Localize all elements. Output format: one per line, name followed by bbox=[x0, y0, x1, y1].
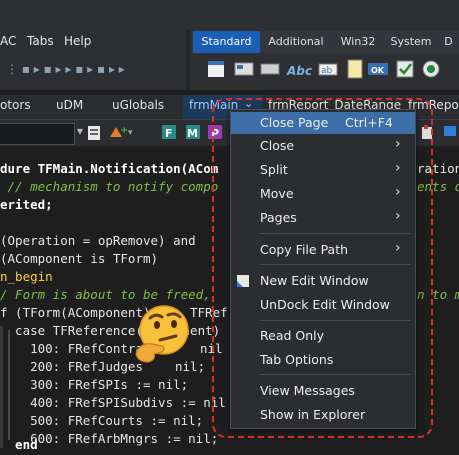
menu-item-label: Copy File Path bbox=[260, 242, 349, 257]
menu-item-label: Move bbox=[260, 186, 294, 201]
menu-item-tab-options[interactable]: Tab Options bbox=[231, 349, 415, 371]
menu-separator bbox=[260, 320, 410, 321]
tab-additional[interactable]: Additional bbox=[262, 31, 330, 53]
new-window-icon bbox=[237, 275, 249, 287]
flag-icon bbox=[444, 126, 456, 136]
dropdown-small-icon: ▾ bbox=[128, 128, 133, 138]
toolbar-left-icons: ⋮ ▪ ▸ ▪ ▸ ▸ ▪ ▸ ▪ ▸ ▸ bbox=[6, 62, 125, 76]
menu-item-label: New Edit Window bbox=[260, 273, 369, 288]
memo-icon bbox=[347, 59, 363, 79]
code-gutter bbox=[0, 326, 3, 448]
editor-toolbar-icons: + ▾ F M P bbox=[88, 125, 222, 140]
menu-separator bbox=[260, 264, 410, 265]
code-line: case TFReference(onent) bbox=[0, 323, 221, 338]
menu-item-label: UnDock Edit Window bbox=[260, 297, 390, 312]
menu-item-label: Tab Options bbox=[260, 352, 334, 367]
button-icon bbox=[260, 63, 280, 75]
menu-item-tabs[interactable]: Tabs bbox=[27, 34, 54, 48]
code-line: 300: FRefSPIs := nil; bbox=[0, 377, 189, 392]
radio-icon bbox=[422, 60, 440, 78]
thinking-face-emoji bbox=[135, 305, 189, 363]
code-line: 200: FRefJudges nil; bbox=[0, 359, 206, 374]
svg-text:M: M bbox=[187, 127, 198, 140]
code-line: 100: FRefContra nil bbox=[0, 341, 223, 356]
menu-separator bbox=[260, 233, 410, 234]
menu-item-close-page[interactable]: Close Page Ctrl+F4 bbox=[231, 112, 415, 134]
editor-tab-otors[interactable]: otors bbox=[0, 98, 31, 112]
text-abc-icon: Abc bbox=[286, 64, 312, 78]
code-line: f (TForm(AComponent) TFRef bbox=[0, 305, 228, 320]
palette-icons-strip: Abc ab OK bbox=[208, 59, 440, 79]
menu-item-close[interactable]: Close › bbox=[231, 135, 415, 157]
menu-item-show-in-explorer[interactable]: Show in Explorer bbox=[231, 404, 415, 426]
tab-win32[interactable]: Win32 bbox=[332, 31, 384, 53]
menu-item-copy-file-path[interactable]: Copy File Path › bbox=[231, 239, 415, 261]
menu-item-label: View Messages bbox=[260, 383, 355, 398]
svg-text:ab: ab bbox=[321, 66, 333, 76]
search-input[interactable] bbox=[0, 123, 75, 145]
add-shapes-icon: + bbox=[110, 125, 128, 137]
code-line: dure TFMain.Notification(ACom ration bbox=[0, 161, 459, 176]
code-line: (Operation = opRemove) and bbox=[0, 233, 204, 248]
tab-system[interactable]: System bbox=[386, 31, 436, 53]
menu-item-new-edit-window[interactable]: New Edit Window bbox=[231, 270, 415, 292]
svg-text:F: F bbox=[165, 127, 173, 140]
menu-item-read-only[interactable]: Read Only bbox=[231, 325, 415, 347]
list-icon bbox=[88, 126, 100, 140]
chevron-right-icon: › bbox=[395, 160, 401, 176]
menu-item-pages[interactable]: Pages › bbox=[231, 207, 415, 229]
chevron-right-icon: › bbox=[395, 136, 401, 152]
menu-item-view-messages[interactable]: View Messages bbox=[231, 380, 415, 402]
menu-item-label: Split bbox=[260, 162, 288, 177]
menu-item-shortcut: Ctrl+F4 bbox=[345, 115, 393, 130]
form-f-icon: F bbox=[162, 125, 176, 140]
chevron-right-icon: › bbox=[395, 184, 401, 200]
menu-item-label: Pages bbox=[260, 210, 297, 225]
menu-item-undock-edit-window[interactable]: UnDock Edit Window bbox=[231, 294, 415, 316]
menu-item-move[interactable]: Move › bbox=[231, 183, 415, 205]
menu-item-ac[interactable]: AC bbox=[0, 34, 16, 48]
code-line: // mechanism to notify compo ents d bbox=[0, 179, 459, 194]
menu-item-label: Read Only bbox=[260, 328, 325, 343]
code-fold-guide bbox=[8, 330, 10, 440]
context-menu: Close Page Ctrl+F4 Close › Split › Move … bbox=[230, 109, 416, 429]
menu-item-label: Close bbox=[260, 138, 295, 153]
editor-tab-udm[interactable]: uDM bbox=[56, 98, 83, 112]
dropdown-arrow-icon[interactable]: ▾ bbox=[77, 124, 83, 138]
code-line: end bbox=[0, 437, 38, 452]
code-line: 500: FRefCourts := nil; bbox=[0, 413, 204, 428]
edit-icon: ab bbox=[318, 63, 338, 76]
menu-item-help[interactable]: Help bbox=[64, 34, 91, 48]
checkbox-icon bbox=[396, 60, 414, 78]
menu-item-split[interactable]: Split › bbox=[231, 159, 415, 181]
panel-icon bbox=[234, 62, 254, 76]
tab-standard[interactable]: Standard bbox=[193, 31, 260, 53]
menu-item-label: Close Page bbox=[260, 115, 329, 130]
svg-text:OK: OK bbox=[371, 66, 385, 75]
code-line: n_begin bbox=[0, 269, 53, 284]
ok-button-icon: OK bbox=[368, 63, 388, 75]
chevron-right-icon: › bbox=[395, 208, 401, 224]
new-window-icon bbox=[208, 61, 224, 77]
code-line: 400: FRefSPISubdivs := nil bbox=[0, 395, 226, 410]
code-line: (AComponent is TForm) bbox=[0, 251, 159, 266]
toolbar-divider bbox=[186, 30, 190, 90]
chevron-right-icon: › bbox=[395, 240, 401, 256]
editor-tab-uglobals[interactable]: uGlobals bbox=[112, 98, 164, 112]
form-m-icon: M bbox=[186, 125, 200, 140]
menu-item-label: Show in Explorer bbox=[260, 407, 366, 422]
tab-d[interactable]: D bbox=[438, 31, 459, 53]
code-line: erited; bbox=[0, 197, 53, 212]
menu-separator bbox=[260, 374, 410, 375]
